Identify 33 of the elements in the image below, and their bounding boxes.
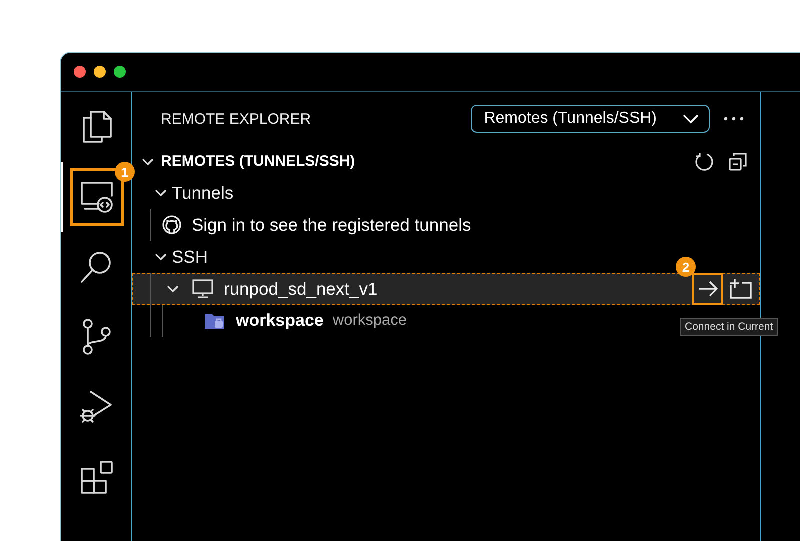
new-window-icon bbox=[728, 278, 752, 300]
panel-title: REMOTE EXPLORER bbox=[161, 110, 312, 128]
section-title: REMOTES (TUNNELS/SSH) bbox=[161, 153, 356, 170]
window-control-button[interactable] bbox=[74, 66, 86, 78]
folder-icon bbox=[204, 312, 226, 330]
collapse-all-icon[interactable] bbox=[728, 152, 748, 172]
step-badge: 2 bbox=[676, 257, 696, 277]
tree-item-label: Tunnels bbox=[172, 182, 234, 204]
tree-item[interactable]: Sign in to see the registered tunnels bbox=[132, 209, 472, 241]
connect-current-button[interactable] bbox=[692, 273, 723, 305]
view-dropdown[interactable]: Remotes (Tunnels/SSH) bbox=[471, 105, 710, 133]
extensions-icon bbox=[79, 459, 115, 495]
run-debug-icon bbox=[79, 388, 115, 426]
tree-item-label: Sign in to see the registered tunnels bbox=[192, 214, 472, 236]
monitor-icon bbox=[192, 279, 214, 299]
tree-item[interactable]: runpod_sd_next_v1 bbox=[132, 273, 760, 305]
github-icon bbox=[162, 215, 182, 235]
window-control-button[interactable] bbox=[94, 66, 106, 78]
tree-item-label: workspace bbox=[236, 311, 324, 331]
tooltip: Connect in Current bbox=[680, 318, 778, 336]
more-icon[interactable] bbox=[724, 117, 744, 121]
tree-item[interactable]: workspace workspace bbox=[132, 305, 407, 337]
tree-item[interactable]: Tunnels bbox=[132, 177, 234, 209]
chevron-down-icon bbox=[683, 114, 699, 124]
step-badge: 1 bbox=[115, 162, 135, 182]
tree-item-label: SSH bbox=[172, 246, 208, 268]
tree-item-description: workspace bbox=[332, 312, 407, 330]
refresh-icon[interactable] bbox=[694, 152, 714, 172]
arrow-right-icon bbox=[696, 280, 718, 298]
tree-item-label: runpod_sd_next_v1 bbox=[224, 278, 378, 300]
remote-monitor-icon bbox=[79, 180, 115, 214]
tree-item[interactable]: SSH bbox=[132, 241, 208, 273]
window-control-button[interactable] bbox=[114, 66, 126, 78]
